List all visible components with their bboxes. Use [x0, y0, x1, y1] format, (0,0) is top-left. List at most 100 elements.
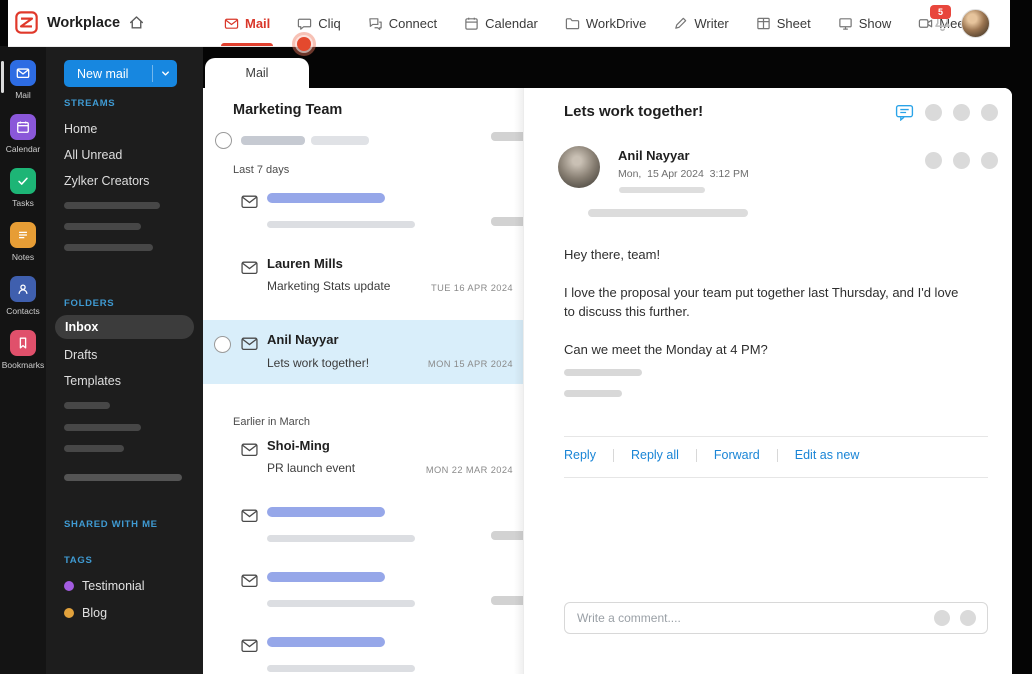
tab-show[interactable]: Show	[838, 0, 892, 46]
message-sender: Shoi-Ming	[267, 438, 330, 453]
message-date: MON 15 APR 2024	[427, 359, 513, 369]
comment-actions	[934, 610, 987, 626]
reply-button[interactable]: Reply	[564, 448, 596, 462]
group-label: Last 7 days	[233, 164, 290, 176]
reply-all-button[interactable]: Reply all	[631, 448, 679, 462]
divider	[612, 448, 614, 462]
divider	[776, 448, 778, 462]
bookmark-icon	[10, 330, 36, 356]
placeholder-action-button[interactable]	[981, 152, 998, 169]
sidebar-item-zylker-creators[interactable]: Zylker Creators	[64, 174, 149, 188]
tab-calendar[interactable]: Calendar	[464, 0, 538, 46]
placeholder-action-button[interactable]	[953, 152, 970, 169]
skeleton-bar	[267, 535, 415, 542]
rail-item-calendar[interactable]: Calendar	[0, 114, 46, 168]
placeholder-action-button[interactable]	[960, 610, 976, 626]
chat-icon	[297, 16, 312, 31]
nav-label: WorkDrive	[585, 15, 647, 31]
message-row-selected[interactable]: Anil Nayyar Lets work together! MON 15 A…	[203, 320, 523, 384]
tab-mail[interactable]: Mail	[220, 0, 274, 46]
message-row[interactable]: Shoi-Ming PR launch event MON 22 MAR 202…	[203, 436, 523, 496]
rail-item-notes[interactable]: Notes	[0, 222, 46, 276]
email-actions-top	[895, 104, 998, 121]
user-avatar[interactable]	[961, 9, 990, 38]
chevron-down-icon[interactable]	[153, 68, 177, 79]
skeleton-bar	[267, 600, 415, 607]
email-body: Hey there, team! I love the proposal you…	[564, 246, 968, 378]
list-title: Marketing Team	[233, 102, 343, 118]
message-row[interactable]: Lauren Mills Marketing Stats update TUE …	[203, 254, 523, 314]
envelope-icon	[241, 260, 258, 275]
skeleton-bar	[64, 202, 160, 209]
notification-badge: 5	[930, 5, 951, 19]
select-all-checkbox[interactable]	[215, 132, 232, 149]
skeleton-bar	[64, 474, 182, 481]
folders-section-label: FOLDERS	[64, 298, 115, 309]
mail-sidebar: New mail STREAMS Home All Unread Zylker …	[46, 46, 203, 674]
connect-icon	[368, 16, 383, 31]
tag-testimonial[interactable]: Testimonial	[64, 579, 145, 593]
workdrive-icon	[565, 16, 580, 31]
message-row[interactable]	[203, 632, 523, 674]
rail-item-mail[interactable]: Mail	[0, 60, 46, 114]
sender-name: Anil Nayyar	[618, 148, 690, 163]
group-label: Earlier in March	[233, 416, 311, 428]
sidebar-item-home[interactable]: Home	[64, 122, 97, 136]
comment-input[interactable]	[565, 611, 934, 625]
placeholder-action-button[interactable]	[934, 610, 950, 626]
tab-connect[interactable]: Connect	[368, 0, 437, 46]
topbar: Workplace Mail Cliq Connect Calendar Wor…	[8, 0, 1010, 47]
skeleton-bar	[311, 136, 369, 145]
tab-writer[interactable]: Writer	[673, 0, 729, 46]
skeleton-bar	[267, 637, 385, 647]
notifications-button[interactable]: 5	[930, 5, 952, 32]
list-edge-shade	[514, 88, 523, 674]
rail-label: Notes	[11, 252, 35, 262]
nav-label: Sheet	[776, 15, 811, 31]
placeholder-action-button[interactable]	[925, 152, 942, 169]
nav-label: Cliq	[318, 15, 341, 31]
message-checkbox[interactable]	[214, 336, 231, 353]
tab-sheet[interactable]: Sheet	[756, 0, 811, 46]
message-row[interactable]	[203, 567, 523, 627]
skeleton-bar	[564, 369, 642, 376]
new-mail-label: New mail	[77, 66, 129, 81]
placeholder-action-button[interactable]	[953, 104, 970, 121]
edit-as-new-button[interactable]: Edit as new	[795, 448, 860, 462]
rail-item-tasks[interactable]: Tasks	[0, 168, 46, 222]
skeleton-bar	[267, 193, 385, 203]
placeholder-action-button[interactable]	[925, 104, 942, 121]
new-mail-button[interactable]: New mail	[64, 60, 177, 87]
sidebar-item-all-unread[interactable]: All Unread	[64, 148, 122, 162]
sidebar-item-templates[interactable]: Templates	[64, 374, 121, 388]
message-row[interactable]	[203, 188, 523, 248]
tab-workdrive[interactable]: WorkDrive	[565, 0, 646, 46]
tasks-icon	[10, 168, 36, 194]
sender-avatar	[558, 146, 600, 188]
tag-color-dot	[64, 581, 74, 591]
rail-label: Tasks	[12, 198, 34, 208]
skeleton-bar	[241, 136, 305, 145]
skeleton-bar	[267, 572, 385, 582]
rail-label: Mail	[15, 90, 31, 100]
forward-button[interactable]: Forward	[714, 448, 760, 462]
nav-label: Connect	[388, 15, 438, 31]
comment-icon[interactable]	[895, 104, 914, 121]
home-icon[interactable]	[128, 14, 145, 31]
folder-label: Inbox	[65, 320, 99, 334]
nav-label: Show	[858, 15, 892, 31]
sidebar-item-inbox[interactable]: Inbox	[55, 315, 194, 339]
mail-tab[interactable]: Mail	[205, 58, 309, 88]
mail-icon	[10, 60, 36, 86]
tag-color-dot	[64, 608, 74, 618]
message-row[interactable]	[203, 502, 523, 562]
rail-item-bookmarks[interactable]: Bookmarks	[0, 330, 46, 384]
tag-blog[interactable]: Blog	[64, 606, 107, 620]
sidebar-item-drafts[interactable]: Drafts	[64, 348, 97, 362]
placeholder-action-button[interactable]	[981, 104, 998, 121]
brand[interactable]: Workplace	[14, 10, 120, 35]
skeleton-bar	[588, 209, 748, 217]
skeleton-bar	[64, 402, 110, 409]
rail-item-contacts[interactable]: Contacts	[0, 276, 46, 330]
body-paragraph: Hey there, team!	[564, 247, 661, 262]
